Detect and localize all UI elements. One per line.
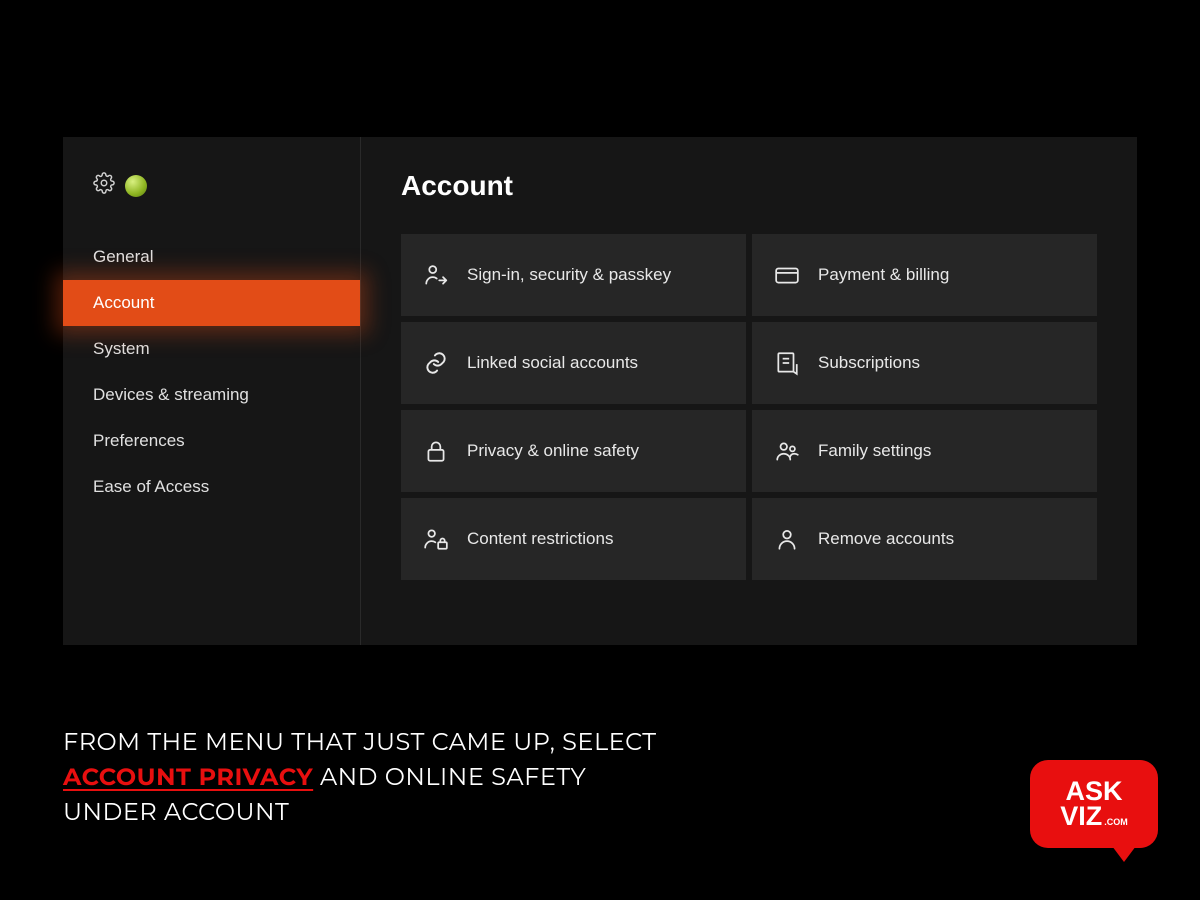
link-icon [423, 350, 449, 376]
tile-label: Sign-in, security & passkey [467, 264, 671, 286]
document-list-icon [774, 350, 800, 376]
caption-text: From the menu that just came up, select [63, 728, 657, 757]
askviz-logo: ASK VIZ .COM [1030, 760, 1158, 860]
person-arrow-icon [423, 262, 449, 288]
lock-icon [423, 438, 449, 464]
logo-text-line2: VIZ [1060, 804, 1102, 829]
settings-panel: General Account System Devices & streami… [63, 137, 1137, 645]
sidebar: General Account System Devices & streami… [63, 137, 361, 645]
tile-label: Content restrictions [467, 528, 613, 550]
tile-label: Family settings [818, 440, 931, 462]
caption-text: and online safety [313, 763, 586, 792]
person-lock-icon [423, 526, 449, 552]
nav-item-system[interactable]: System [63, 326, 360, 372]
nav-item-preferences[interactable]: Preferences [63, 418, 360, 464]
person-icon [774, 526, 800, 552]
tile-label: Payment & billing [818, 264, 949, 286]
sidebar-header [63, 157, 360, 229]
tile-payment-billing[interactable]: Payment & billing [752, 234, 1097, 316]
tile-subscriptions[interactable]: Subscriptions [752, 322, 1097, 404]
nav-item-ease-of-access[interactable]: Ease of Access [63, 464, 360, 510]
tile-label: Privacy & online safety [467, 440, 639, 462]
gear-icon [93, 172, 115, 199]
nav-items: General Account System Devices & streami… [63, 229, 360, 510]
profile-orb-icon[interactable] [125, 175, 147, 197]
people-icon [774, 438, 800, 464]
nav-item-general[interactable]: General [63, 234, 360, 280]
tile-label: Remove accounts [818, 528, 954, 550]
tile-remove-accounts[interactable]: Remove accounts [752, 498, 1097, 580]
caption-highlight: Account Privacy [63, 763, 313, 792]
tile-label: Subscriptions [818, 352, 920, 374]
tile-content-restrictions[interactable]: Content restrictions [401, 498, 746, 580]
nav-item-account[interactable]: Account [63, 280, 360, 326]
page-title: Account [401, 170, 1097, 202]
tile-label: Linked social accounts [467, 352, 638, 374]
main-content: Account Sign-in, security & passkey [361, 137, 1137, 645]
tile-family-settings[interactable]: Family settings [752, 410, 1097, 492]
tiles-grid: Sign-in, security & passkey Payment & bi… [401, 234, 1097, 580]
logo-subtext: .COM [1104, 817, 1128, 827]
tile-privacy-online-safety[interactable]: Privacy & online safety [401, 410, 746, 492]
instruction-caption: From the menu that just came up, select … [63, 726, 883, 830]
tile-signin-security-passkey[interactable]: Sign-in, security & passkey [401, 234, 746, 316]
caption-text: under account [63, 798, 289, 827]
nav-item-devices-streaming[interactable]: Devices & streaming [63, 372, 360, 418]
logo-bubble: ASK VIZ .COM [1030, 760, 1158, 848]
credit-card-icon [774, 262, 800, 288]
tile-linked-social-accounts[interactable]: Linked social accounts [401, 322, 746, 404]
